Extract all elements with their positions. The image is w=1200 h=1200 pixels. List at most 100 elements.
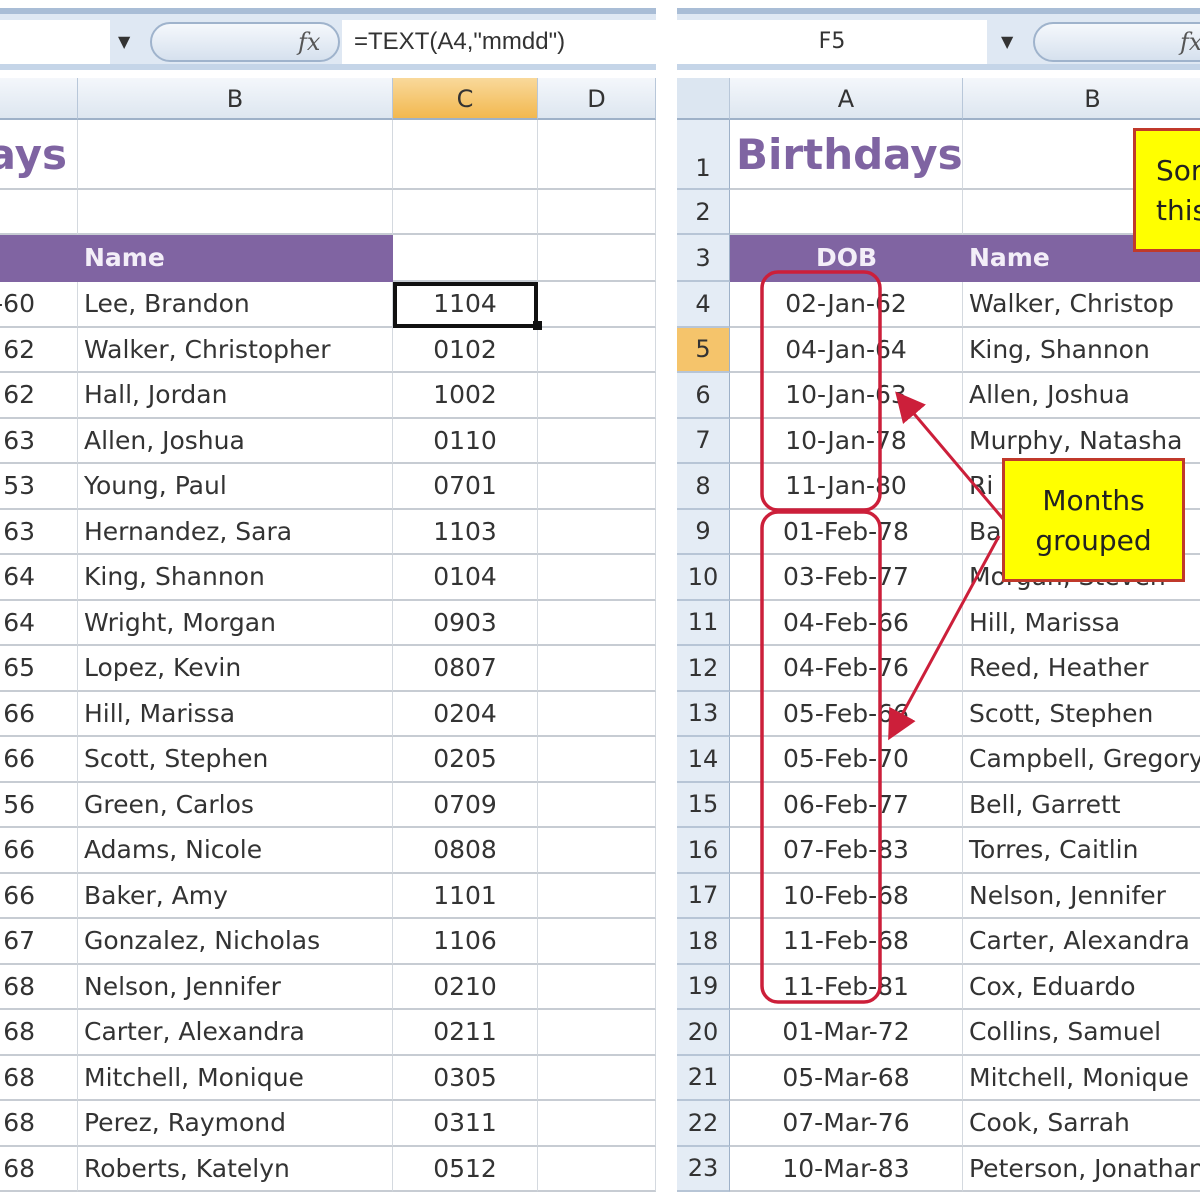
dob-cell[interactable]: 66 — [0, 691, 78, 737]
dob-cell[interactable]: 10-Feb-68 — [730, 873, 963, 919]
name-cell[interactable]: Green, Carlos — [78, 782, 393, 828]
column-header-d[interactable]: D — [538, 78, 656, 120]
sort-key-cell[interactable]: 0311 — [393, 1101, 538, 1147]
cell[interactable] — [538, 282, 656, 328]
dob-cell[interactable]: 11-Feb-68 — [730, 919, 963, 965]
row-header-9[interactable]: 9 — [677, 509, 730, 555]
name-cell[interactable]: Young, Paul — [78, 464, 393, 510]
cell[interactable] — [538, 646, 656, 692]
sort-key-cell[interactable]: 1101 — [393, 873, 538, 919]
name-cell[interactable]: Gonzalez, Nicholas — [78, 919, 393, 965]
row-header-12[interactable]: 12 — [677, 646, 730, 692]
name-cell[interactable]: Hernandez, Sara — [78, 509, 393, 555]
column-header-a[interactable]: A — [730, 78, 963, 120]
row-header-19[interactable]: 19 — [677, 964, 730, 1010]
name-cell[interactable]: King, Shannon — [78, 555, 393, 601]
row-header-2[interactable]: 2 — [677, 190, 730, 235]
row-header-16[interactable]: 16 — [677, 828, 730, 874]
sort-key-cell[interactable]: 0210 — [393, 964, 538, 1010]
cell[interactable] — [78, 120, 393, 190]
row-header-15[interactable]: 15 — [677, 782, 730, 828]
cell[interactable] — [0, 190, 78, 235]
dob-cell[interactable]: 06-Feb-77 — [730, 782, 963, 828]
sort-key-cell[interactable]: 0110 — [393, 418, 538, 464]
dob-cell[interactable]: 10-Jan-63 — [730, 373, 963, 419]
dob-cell[interactable]: 04-Jan-64 — [730, 327, 963, 373]
name-cell[interactable]: Peterson, Jonathan — [963, 1147, 1200, 1192]
dob-cell[interactable]: 68 — [0, 964, 78, 1010]
row-header-7[interactable]: 7 — [677, 418, 730, 464]
cell[interactable] — [538, 235, 656, 282]
insert-function-icon[interactable]: fx — [1180, 20, 1200, 64]
dob-cell[interactable]: 66 — [0, 873, 78, 919]
sort-key-cell[interactable]: 0512 — [393, 1146, 538, 1192]
sort-key-cell[interactable]: 0701 — [393, 464, 538, 510]
row-header-13[interactable]: 13 — [677, 691, 730, 737]
dob-cell[interactable]: 68 — [0, 1055, 78, 1101]
dob-cell[interactable]: 68 — [0, 1146, 78, 1192]
cell[interactable] — [538, 555, 656, 601]
dob-cell[interactable]: 07-Feb-83 — [730, 828, 963, 874]
column-header-c[interactable]: C — [393, 78, 538, 120]
row-header-8[interactable]: 8 — [677, 464, 730, 510]
cell[interactable] — [538, 600, 656, 646]
cell[interactable] — [538, 737, 656, 783]
row-header-21[interactable]: 21 — [677, 1055, 730, 1101]
sort-key-cell[interactable]: 0102 — [393, 327, 538, 373]
dob-cell[interactable]: 04-Feb-76 — [730, 646, 963, 692]
sort-key-cell[interactable]: 1106 — [393, 919, 538, 965]
dob-cell[interactable]: 04-Feb-66 — [730, 600, 963, 646]
dob-cell[interactable]: 11-Feb-81 — [730, 964, 963, 1010]
formula-input[interactable]: =TEXT(A4,"mmdd") — [342, 20, 656, 64]
dob-cell[interactable]: 62 — [0, 373, 78, 419]
row-header-1[interactable]: 1 — [677, 120, 730, 190]
dob-cell[interactable]: 10-Jan-78 — [730, 418, 963, 464]
dob-cell[interactable]: 63 — [0, 418, 78, 464]
column-label-name[interactable]: Name — [78, 235, 393, 282]
dob-cell[interactable]: 05-Feb-66 — [730, 691, 963, 737]
name-cell[interactable]: King, Shannon — [963, 328, 1200, 373]
dob-cell[interactable]: 64 — [0, 555, 78, 601]
sort-key-cell[interactable]: 0211 — [393, 1010, 538, 1056]
cell[interactable] — [393, 190, 538, 235]
name-box[interactable] — [0, 20, 110, 64]
cell[interactable] — [538, 509, 656, 555]
dob-cell[interactable]: 02-Jan-62 — [730, 282, 963, 328]
name-cell[interactable]: Roberts, Katelyn — [78, 1146, 393, 1192]
name-cell[interactable]: Lopez, Kevin — [78, 646, 393, 692]
sort-key-cell[interactable]: 1103 — [393, 509, 538, 555]
cell[interactable] — [538, 964, 656, 1010]
select-all-corner[interactable] — [677, 78, 730, 120]
name-cell[interactable]: Collins, Samuel — [963, 1010, 1200, 1056]
sort-key-cell[interactable]: 0709 — [393, 782, 538, 828]
dob-cell[interactable]: -60 — [0, 282, 78, 328]
name-cell[interactable]: Carter, Alexandra — [963, 919, 1200, 965]
name-cell[interactable]: Campbell, Gregory — [963, 737, 1200, 783]
sort-key-cell[interactable]: 0305 — [393, 1055, 538, 1101]
name-cell[interactable]: Scott, Stephen — [78, 737, 393, 783]
cell[interactable] — [393, 120, 538, 190]
name-cell[interactable]: Hall, Jordan — [78, 373, 393, 419]
name-cell[interactable]: Torres, Caitlin — [963, 828, 1200, 874]
sort-key-cell[interactable]: 0808 — [393, 828, 538, 874]
row-header-23[interactable]: 23 — [677, 1146, 730, 1192]
dob-cell[interactable]: 67 — [0, 919, 78, 965]
name-cell[interactable]: Bell, Garrett — [963, 783, 1200, 828]
name-cell[interactable]: Walker, Christop — [963, 282, 1200, 328]
name-cell[interactable]: Wright, Morgan — [78, 600, 393, 646]
row-header-6[interactable]: 6 — [677, 373, 730, 419]
row-header-18[interactable]: 18 — [677, 919, 730, 965]
fill-handle[interactable] — [533, 321, 542, 330]
dob-cell[interactable]: 64 — [0, 600, 78, 646]
dob-cell[interactable]: 56 — [0, 782, 78, 828]
sort-key-cell[interactable]: 0104 — [393, 555, 538, 601]
cell[interactable] — [538, 873, 656, 919]
cell[interactable] — [538, 1010, 656, 1056]
cell[interactable] — [538, 1101, 656, 1147]
name-cell[interactable]: Allen, Joshua — [78, 418, 393, 464]
name-cell[interactable]: Carter, Alexandra — [78, 1010, 393, 1056]
dob-cell[interactable]: 10-Mar-83 — [730, 1146, 963, 1192]
name-cell[interactable]: Lee, Brandon — [78, 282, 393, 328]
sheet-title[interactable]: ays — [0, 120, 78, 190]
sort-key-cell[interactable]: 0204 — [393, 691, 538, 737]
